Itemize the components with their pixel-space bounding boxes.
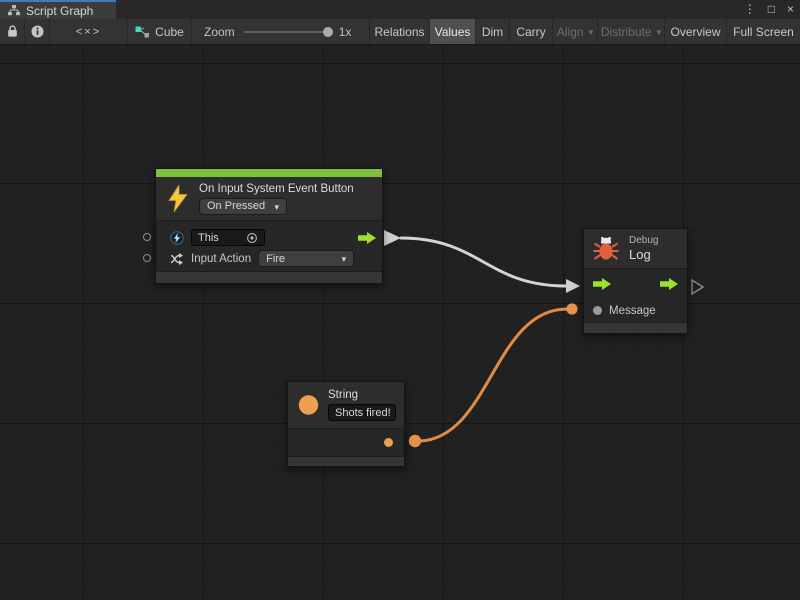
value-wire-dest-dot[interactable] bbox=[566, 303, 577, 314]
node-on-input-system-event-button[interactable]: On Input System Event Button On Pressed … bbox=[155, 168, 383, 284]
flow-port-row bbox=[584, 269, 687, 299]
debug-node-header: Debug Log bbox=[584, 229, 687, 268]
dim-button[interactable]: Dim bbox=[476, 19, 510, 44]
event-type-dropdown[interactable]: On Pressed ▾ bbox=[199, 198, 287, 215]
caret-down-icon: ▾ bbox=[589, 27, 594, 38]
input-action-icon bbox=[170, 253, 184, 265]
debug-node-title: Log bbox=[629, 247, 658, 262]
tab-bar: Script Graph ⋮ □ × bbox=[0, 0, 800, 19]
flow-output-port[interactable] bbox=[358, 232, 376, 244]
zoom-value: 1x bbox=[339, 25, 352, 39]
flow-out-hint-triangle[interactable] bbox=[692, 280, 703, 294]
window-close-icon[interactable]: × bbox=[787, 0, 794, 19]
event-node-header: On Input System Event Button On Pressed … bbox=[156, 177, 382, 220]
zoom-slider-knob[interactable] bbox=[323, 27, 333, 37]
window-controls: ⋮ □ × bbox=[744, 0, 794, 19]
value-wire[interactable] bbox=[420, 309, 567, 441]
info-icon bbox=[31, 25, 44, 38]
input-action-row: Input Action Fire ▾ bbox=[156, 248, 382, 269]
unconnected-port-ring[interactable] bbox=[143, 233, 151, 241]
flow-input-port[interactable] bbox=[593, 278, 611, 290]
event-node-title: On Input System Event Button bbox=[199, 183, 354, 195]
lock-button[interactable] bbox=[0, 19, 25, 44]
string-node-body bbox=[288, 428, 404, 456]
overview-button[interactable]: Overview bbox=[665, 19, 727, 44]
caret-down-icon: ▾ bbox=[657, 27, 662, 38]
carry-button[interactable]: Carry bbox=[510, 19, 553, 44]
zoom-control: Zoom 1x bbox=[192, 19, 370, 44]
string-node-footer bbox=[288, 456, 404, 466]
message-port-label: Message bbox=[609, 305, 656, 317]
flow-wire-dest-arrow[interactable] bbox=[566, 279, 580, 293]
caret-down-icon: ▾ bbox=[342, 254, 347, 265]
script-graph-asset-icon bbox=[135, 26, 149, 38]
flow-wire[interactable] bbox=[401, 238, 566, 286]
object-picker-icon[interactable] bbox=[246, 232, 258, 244]
bolt-circle-icon bbox=[170, 231, 184, 245]
zoom-label: Zoom bbox=[204, 25, 235, 39]
debug-node-category: Debug bbox=[629, 235, 658, 246]
debug-node-footer bbox=[584, 322, 687, 333]
message-input-port[interactable] bbox=[593, 306, 602, 315]
graph-canvas[interactable]: On Input System Event Button On Pressed … bbox=[0, 45, 800, 600]
graph-name: Cube bbox=[155, 25, 184, 39]
message-port-row: Message bbox=[584, 299, 687, 322]
values-button[interactable]: Values bbox=[430, 19, 476, 44]
lock-icon bbox=[7, 25, 18, 38]
info-button[interactable] bbox=[25, 19, 50, 44]
string-node-title: String bbox=[328, 389, 396, 401]
window-maximize-icon[interactable]: □ bbox=[768, 0, 775, 19]
distribute-button[interactable]: Distribute ▾ bbox=[598, 19, 665, 44]
target-port-row: This bbox=[156, 227, 382, 248]
align-button[interactable]: Align ▾ bbox=[553, 19, 598, 44]
target-object-field[interactable]: This bbox=[191, 229, 265, 246]
relations-button[interactable]: Relations bbox=[370, 19, 430, 44]
string-node-header: String Shots fired! bbox=[288, 382, 404, 428]
caret-down-icon: ▾ bbox=[274, 202, 279, 213]
inspect-toggle-button[interactable]: <×> bbox=[50, 19, 128, 44]
node-debug-log[interactable]: Debug Log Message bbox=[583, 228, 688, 334]
window-menu-icon[interactable]: ⋮ bbox=[744, 0, 756, 19]
string-value-field[interactable]: Shots fired! bbox=[328, 404, 396, 421]
fullscreen-button[interactable]: Full Screen bbox=[727, 19, 800, 44]
node-string-literal[interactable]: String Shots fired! bbox=[287, 381, 405, 467]
event-accent-bar bbox=[156, 169, 382, 177]
event-node-body: This bbox=[156, 220, 382, 271]
unity-script-graph-window: Script Graph ⋮ □ × <×> bbox=[0, 0, 800, 600]
debug-node-body: Message bbox=[584, 268, 687, 322]
graph-hierarchy-icon bbox=[8, 5, 20, 16]
input-action-label: Input Action bbox=[191, 253, 251, 265]
graph-toolbar: <×> Cube Zoom 1x Relations Values Dim Ca… bbox=[0, 19, 800, 45]
string-type-icon bbox=[298, 392, 319, 418]
tab-script-graph[interactable]: Script Graph bbox=[0, 0, 116, 19]
graph-selector-button[interactable]: Cube bbox=[128, 19, 192, 44]
event-node-footer bbox=[156, 271, 382, 283]
tab-label: Script Graph bbox=[26, 4, 93, 18]
flow-output-port[interactable] bbox=[660, 278, 678, 290]
zoom-slider[interactable] bbox=[244, 31, 330, 33]
debug-bug-icon bbox=[593, 236, 619, 262]
string-output-port[interactable] bbox=[384, 438, 393, 447]
lightning-bolt-icon bbox=[167, 185, 189, 212]
flow-wire-source-arrow[interactable] bbox=[384, 230, 401, 246]
input-action-dropdown[interactable]: Fire ▾ bbox=[258, 250, 354, 267]
unconnected-port-ring[interactable] bbox=[143, 254, 151, 262]
